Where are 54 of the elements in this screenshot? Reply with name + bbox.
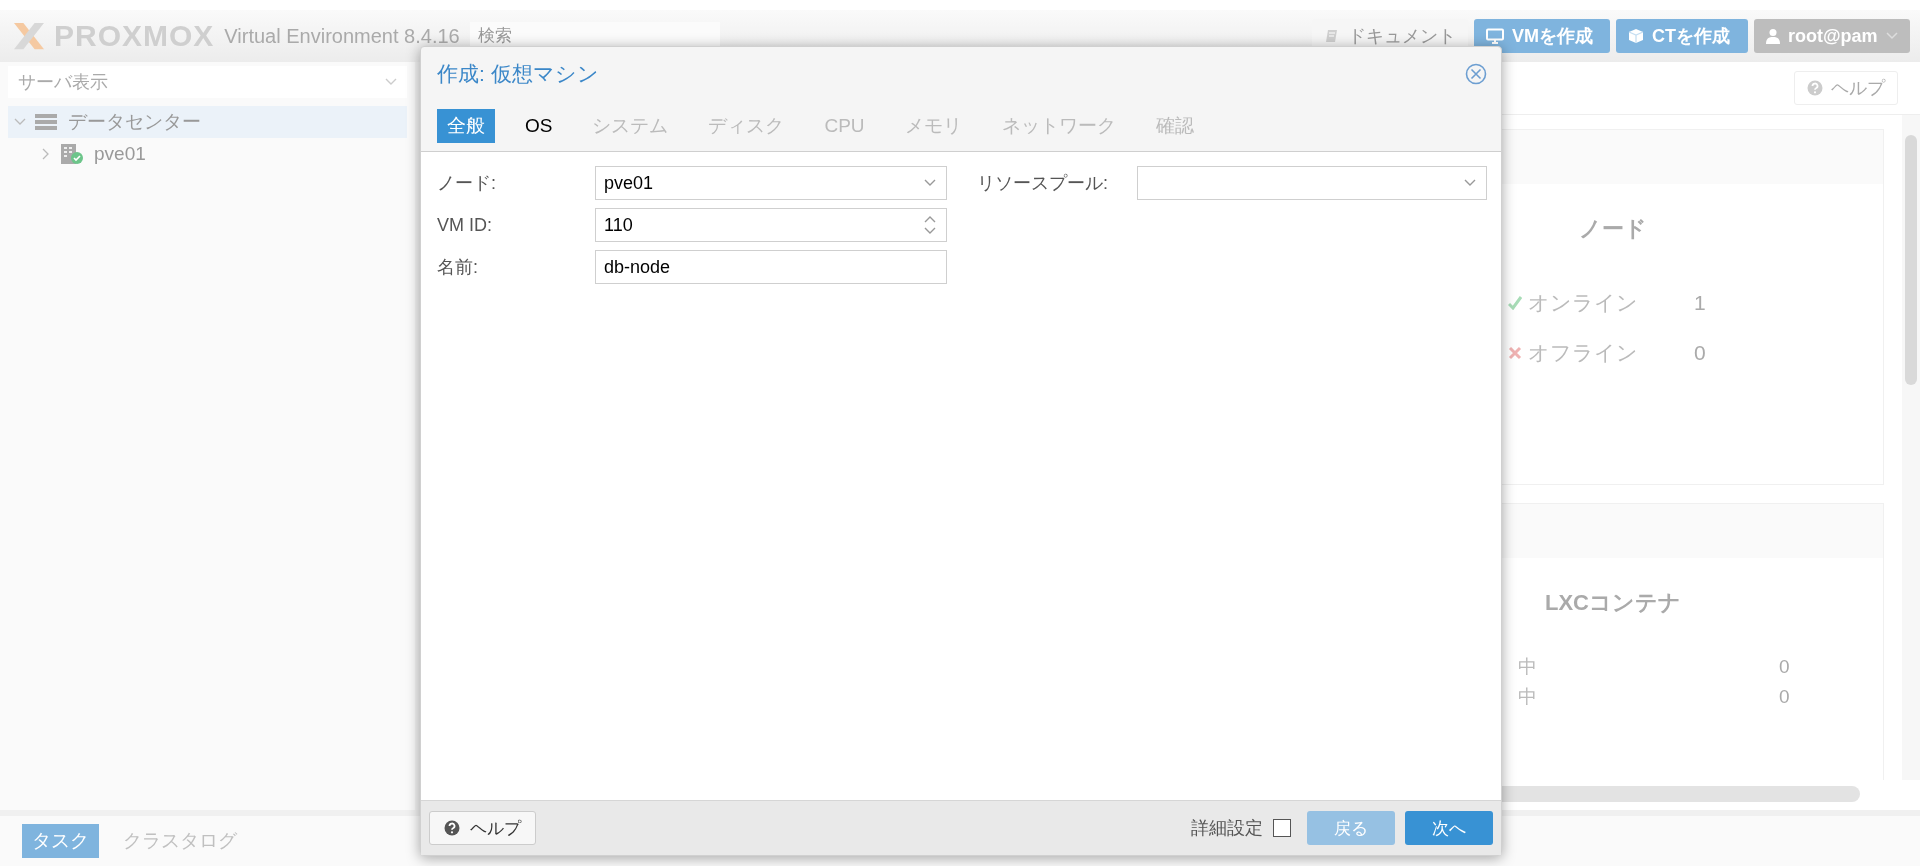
caret-icon <box>1464 179 1476 187</box>
field-label: 名前: <box>437 256 479 279</box>
spinner-icon[interactable] <box>924 215 936 235</box>
caret-icon[interactable] <box>14 118 26 126</box>
user-menu-button[interactable]: root@pam <box>1754 19 1910 53</box>
status-label: 中 <box>1518 655 1538 679</box>
panel-title: ノード <box>1579 215 1647 243</box>
caret-icon[interactable] <box>42 148 50 160</box>
field-label: VM ID: <box>437 214 493 236</box>
user-icon <box>1766 28 1780 44</box>
status-count: 0 <box>1779 656 1790 678</box>
field-label: ノード: <box>437 172 497 195</box>
status-label: オフライン <box>1528 340 1639 366</box>
view-select[interactable]: サーバ表示 <box>8 66 407 98</box>
monitor-icon <box>1486 28 1504 44</box>
field-label: リソースプール: <box>977 172 1109 195</box>
status-count: 0 <box>1779 686 1790 708</box>
check-icon <box>1508 296 1522 310</box>
caret-icon <box>924 179 936 187</box>
log-tab[interactable]: タスク <box>22 824 99 858</box>
caret-icon <box>385 78 397 86</box>
status-count: 1 <box>1694 291 1706 315</box>
server-rack-icon <box>34 113 58 131</box>
caret-icon <box>1885 32 1898 40</box>
advanced-checkbox[interactable] <box>1273 819 1291 837</box>
building-check-icon <box>60 143 84 165</box>
dialog-title: 作成: 仮想マシン <box>437 61 599 87</box>
wizard-tab[interactable]: OS <box>515 111 563 141</box>
vertical-scrollbar[interactable] <box>1902 115 1920 780</box>
status-label: オンライン <box>1528 290 1639 316</box>
help-button[interactable]: ヘルプ <box>1794 71 1898 105</box>
tree-item[interactable]: pve01 <box>8 138 407 170</box>
tree-item[interactable]: データセンター <box>8 106 407 138</box>
book-icon <box>1324 28 1340 44</box>
vm-id-spinner[interactable]: 110 <box>595 208 947 242</box>
create-ct-button[interactable]: CTを作成 <box>1616 19 1748 53</box>
node-select[interactable]: pve01 <box>595 166 947 200</box>
help-button[interactable]: ヘルプ <box>429 811 536 845</box>
wizard-tab[interactable]: 全般 <box>437 109 495 143</box>
question-icon <box>444 820 460 836</box>
status-count: 0 <box>1694 341 1706 365</box>
cube-icon <box>1628 28 1644 44</box>
log-tab[interactable]: クラスタログ <box>113 824 247 858</box>
next-button[interactable]: 次へ <box>1405 811 1493 845</box>
cross-icon <box>1508 346 1522 360</box>
name-field[interactable]: db-node <box>595 250 947 284</box>
advanced-label: 詳細設定 <box>1191 817 1263 840</box>
create-vm-button[interactable]: VMを作成 <box>1474 19 1610 53</box>
status-label: 中 <box>1518 685 1538 709</box>
close-icon[interactable] <box>1465 63 1487 85</box>
question-icon <box>1807 80 1823 96</box>
pool-select[interactable] <box>1137 166 1487 200</box>
version-text: Virtual Environment 8.4.16 <box>224 24 460 48</box>
panel-title: LXCコンテナ <box>1545 589 1681 617</box>
